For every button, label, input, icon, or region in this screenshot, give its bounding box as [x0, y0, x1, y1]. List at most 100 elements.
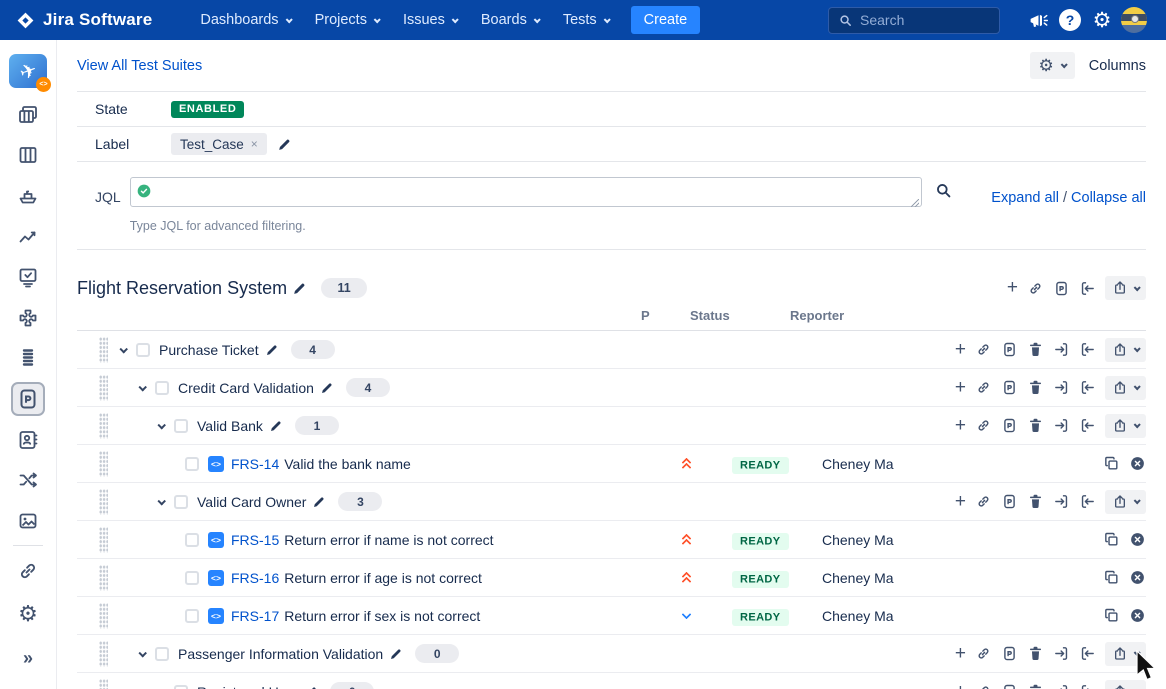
global-search[interactable] [828, 7, 1000, 34]
remove-circle-icon[interactable] [1129, 531, 1146, 548]
nav-tests[interactable]: Tests [551, 0, 621, 40]
row-checkbox[interactable] [185, 609, 199, 623]
remove-label-icon[interactable]: × [251, 137, 258, 151]
create-button[interactable]: Create [631, 6, 701, 34]
suite-name[interactable]: Passenger Information Validation [178, 646, 383, 662]
test-page-icon[interactable] [1001, 379, 1018, 396]
jira-logo[interactable]: Jira Software [16, 10, 152, 30]
export-button[interactable] [1105, 642, 1146, 666]
test-page-icon[interactable] [1001, 645, 1018, 662]
edit-pencil-icon[interactable] [265, 343, 279, 357]
help-icon[interactable]: ? [1054, 4, 1086, 36]
row-checkbox[interactable] [185, 457, 199, 471]
drag-handle-icon[interactable] [99, 489, 108, 515]
test-page-icon[interactable] [1001, 683, 1018, 689]
table-settings-button[interactable]: ⚙ [1030, 52, 1075, 79]
issue-key-link[interactable]: FRS-16 [231, 570, 279, 586]
export-button[interactable] [1105, 276, 1146, 300]
issue-key-link[interactable]: FRS-15 [231, 532, 279, 548]
link-icon[interactable] [975, 341, 992, 358]
import-icon[interactable] [1079, 379, 1096, 396]
suite-name[interactable]: Valid Bank [197, 418, 263, 434]
root-suite-title[interactable]: Flight Reservation System [77, 278, 287, 299]
sidebar-item-reports[interactable] [0, 216, 57, 257]
drag-handle-icon[interactable] [99, 413, 108, 439]
link-icon[interactable] [975, 417, 992, 434]
export-button[interactable] [1105, 680, 1146, 689]
add-icon[interactable]: + [955, 647, 966, 661]
export-button[interactable] [1105, 414, 1146, 438]
trash-icon[interactable] [1027, 683, 1044, 689]
link-icon[interactable] [975, 379, 992, 396]
drag-handle-icon[interactable] [99, 679, 108, 689]
edit-labels-pencil-icon[interactable] [277, 137, 292, 152]
drag-handle-icon[interactable] [99, 451, 108, 477]
project-settings-gear-icon[interactable]: ⚙ [0, 591, 57, 636]
test-page-icon[interactable] [1053, 280, 1070, 297]
sidebar-item-releases[interactable] [0, 176, 57, 217]
export-button[interactable] [1105, 376, 1146, 400]
link-icon[interactable] [1027, 280, 1044, 297]
issue-summary[interactable]: Return error if age is not correct [284, 570, 482, 586]
search-input[interactable] [860, 12, 990, 28]
import-icon[interactable] [1079, 417, 1096, 434]
jql-search-icon[interactable] [922, 181, 953, 212]
edit-pencil-icon[interactable] [269, 419, 283, 433]
remove-circle-icon[interactable] [1129, 455, 1146, 472]
test-page-icon[interactable] [1001, 341, 1018, 358]
nav-dashboards[interactable]: Dashboards [188, 0, 302, 40]
view-all-test-suites-link[interactable]: View All Test Suites [77, 58, 202, 74]
row-checkbox[interactable] [174, 495, 188, 509]
drag-handle-icon[interactable] [99, 603, 108, 629]
row-checkbox[interactable] [185, 533, 199, 547]
import-icon[interactable] [1079, 341, 1096, 358]
expand-all-link[interactable]: Expand all [991, 190, 1059, 206]
suite-name[interactable]: Purchase Ticket [159, 342, 259, 358]
edit-pencil-icon[interactable] [304, 685, 318, 689]
remove-circle-icon[interactable] [1129, 569, 1146, 586]
issue-summary[interactable]: Valid the bank name [284, 456, 411, 472]
columns-button[interactable]: Columns [1089, 58, 1146, 74]
row-checkbox[interactable] [136, 343, 150, 357]
sidebar-item-test-cycles[interactable] [0, 338, 57, 379]
sidebar-item-media[interactable] [0, 501, 57, 542]
edit-pencil-icon[interactable] [320, 381, 334, 395]
drag-handle-icon[interactable] [99, 375, 108, 401]
collapse-all-link[interactable]: Collapse all [1071, 190, 1146, 206]
sidebar-item-backlog[interactable] [0, 94, 57, 135]
move-out-icon[interactable] [1053, 645, 1070, 662]
link-icon[interactable] [975, 493, 992, 510]
clone-icon[interactable] [1103, 531, 1120, 548]
test-page-icon[interactable] [1001, 417, 1018, 434]
clone-icon[interactable] [1103, 455, 1120, 472]
issue-key-link[interactable]: FRS-17 [231, 608, 279, 624]
sidebar-item-test-suites[interactable] [0, 379, 57, 420]
collapse-chevron-icon[interactable] [135, 651, 149, 657]
row-checkbox[interactable] [155, 647, 169, 661]
sidebar-item-addons[interactable] [0, 298, 57, 339]
resize-grip-icon[interactable] [911, 199, 919, 207]
collapse-chevron-icon[interactable] [116, 347, 130, 353]
collapse-chevron-icon[interactable] [154, 499, 168, 505]
jql-input[interactable] [130, 177, 922, 207]
add-icon[interactable]: + [1007, 281, 1018, 295]
link-icon[interactable] [975, 645, 992, 662]
import-icon[interactable] [1079, 645, 1096, 662]
add-icon[interactable]: + [955, 685, 966, 689]
trash-icon[interactable] [1027, 417, 1044, 434]
sidebar-item-board[interactable] [0, 135, 57, 176]
edit-pencil-icon[interactable] [389, 647, 403, 661]
trash-icon[interactable] [1027, 379, 1044, 396]
collapse-chevron-icon[interactable] [154, 423, 168, 429]
add-icon[interactable]: + [955, 419, 966, 433]
issue-summary[interactable]: Return error if name is not correct [284, 532, 493, 548]
trash-icon[interactable] [1027, 493, 1044, 510]
clone-icon[interactable] [1103, 607, 1120, 624]
announcement-icon[interactable] [1022, 4, 1054, 36]
import-icon[interactable] [1079, 493, 1096, 510]
trash-icon[interactable] [1027, 341, 1044, 358]
suite-name[interactable]: Valid Card Owner [197, 494, 306, 510]
collapse-chevron-icon[interactable] [135, 385, 149, 391]
move-out-icon[interactable] [1053, 417, 1070, 434]
export-button[interactable] [1105, 338, 1146, 362]
